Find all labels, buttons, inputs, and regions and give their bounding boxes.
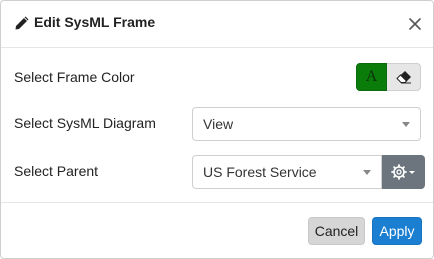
diagram-select-value: View [203,116,234,132]
dialog-title: Edit SysML Frame [34,14,156,30]
chevron-down-icon [402,122,410,127]
dialog-header: Edit SysML Frame [1,1,433,48]
gear-icon [390,164,415,180]
diagram-select[interactable]: View [192,107,421,141]
pencil-icon [15,16,29,30]
text-color-button[interactable]: A [356,63,387,91]
frame-color-button-group: A [356,63,421,91]
frame-color-label: Select Frame Color [14,69,135,85]
cancel-button[interactable]: Cancel [308,217,365,245]
edit-sysml-frame-dialog: Edit SysML Frame Select Frame Color A Se… [0,0,434,259]
chevron-down-icon [363,170,371,175]
parent-select-value: US Forest Service [203,164,317,180]
eraser-icon [395,71,411,84]
parent-label: Select Parent [14,163,99,179]
parent-options-button[interactable] [382,155,425,189]
dialog-footer [1,202,433,259]
apply-button[interactable]: Apply [372,217,422,245]
parent-select[interactable]: US Forest Service [192,155,382,189]
close-icon[interactable] [406,15,424,33]
diagram-label: Select SysML Diagram [14,115,156,131]
clear-color-button[interactable] [387,63,421,91]
